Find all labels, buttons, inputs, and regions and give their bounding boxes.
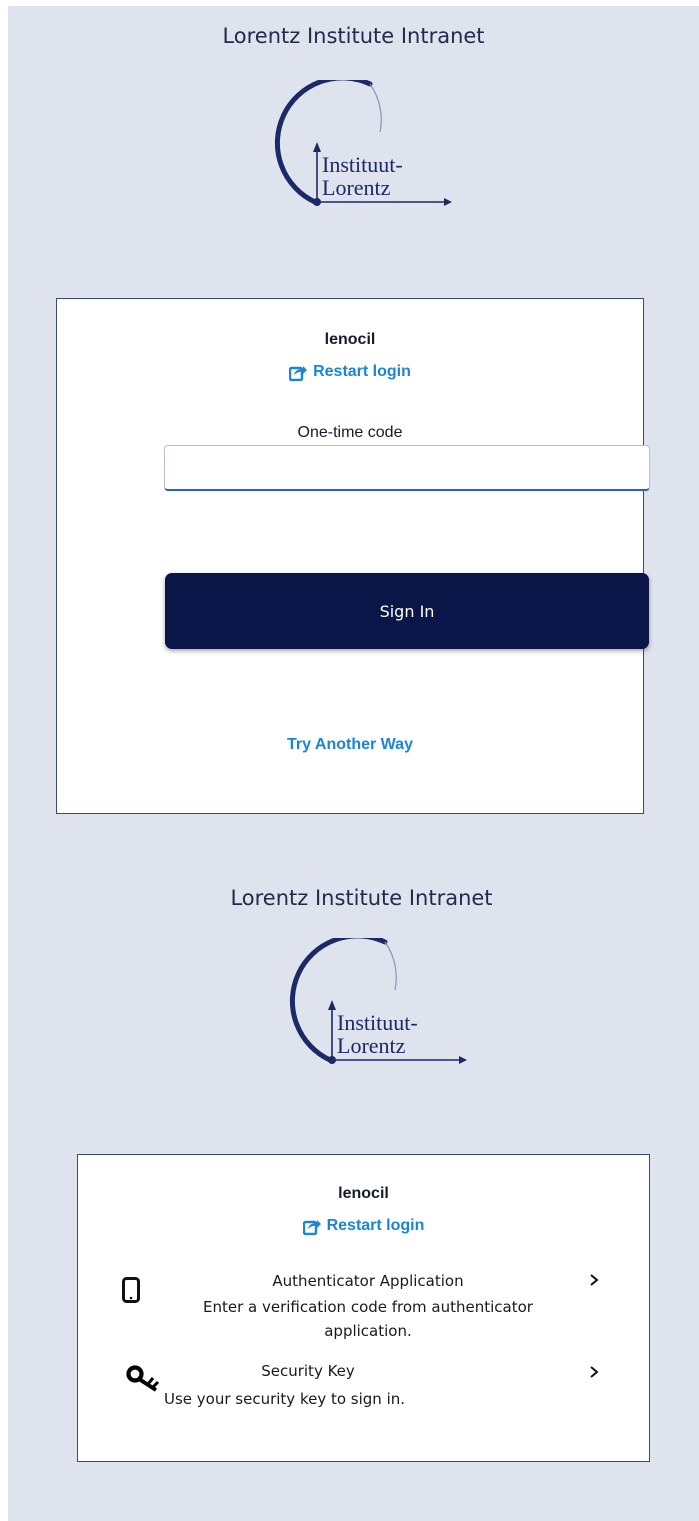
logo-text-line1: Instituut- — [337, 1010, 418, 1035]
site-title: Lorentz Institute Intranet — [230, 886, 493, 910]
share-icon — [302, 1219, 321, 1235]
username: lenocil — [338, 1185, 389, 1202]
method-security-key[interactable]: Security Key Use your security key to si… — [78, 1359, 649, 1415]
restart-login-label: Restart login — [313, 363, 411, 380]
otp-field-label: One-time code — [297, 424, 403, 441]
institute-logo: Instituut- Lorentz — [289, 938, 467, 1064]
username: lenocil — [324, 331, 376, 348]
restart-login-link[interactable]: Restart login — [57, 363, 643, 381]
key-icon — [126, 1365, 160, 1392]
sign-in-button[interactable]: Sign In — [165, 573, 649, 649]
otp-login-card: lenocil Restart login One-time code Sign… — [56, 298, 650, 814]
institute-logo: Instituut- Lorentz — [274, 80, 452, 206]
otp-input[interactable] — [164, 445, 650, 491]
method-title: Authenticator Application — [272, 1272, 464, 1290]
logo-text-line2: Lorentz — [322, 175, 391, 200]
sign-in-label: Sign In — [379, 601, 435, 621]
method-authenticator-app[interactable]: Authenticator Application Enter a verifi… — [78, 1267, 649, 1355]
chevron-right-icon — [590, 1366, 599, 1378]
logo-text-line1: Instituut- — [322, 152, 403, 177]
restart-login-label: Restart login — [326, 1217, 425, 1234]
share-icon — [289, 365, 308, 381]
logo-text-line2: Lorentz — [337, 1033, 406, 1058]
auth-methods-card: lenocil Restart login Authenticator Appl… — [77, 1154, 650, 1462]
chevron-right-icon — [590, 1274, 599, 1286]
try-another-way-link[interactable]: Try Another Way — [57, 736, 643, 754]
method-description: Enter a verification code from authentic… — [203, 1298, 533, 1340]
method-title: Security Key — [261, 1362, 355, 1380]
restart-login-link[interactable]: Restart login — [78, 1217, 649, 1235]
method-description: Use your security key to sign in. — [164, 1390, 406, 1408]
site-title: Lorentz Institute Intranet — [222, 24, 485, 48]
